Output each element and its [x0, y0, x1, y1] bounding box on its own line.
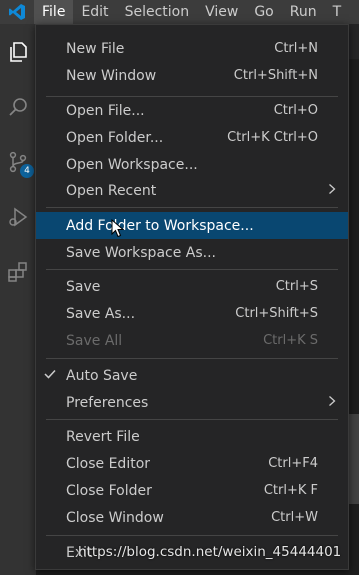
menu-item-close-window[interactable]: Close Window Ctrl+W: [36, 504, 348, 531]
menu-item-label: New File: [66, 40, 125, 57]
menu-item-shortcut: Ctrl+Shift+S: [235, 306, 318, 321]
menu-item-label: Save As...: [66, 305, 136, 322]
menu-separator: [46, 358, 338, 359]
menu-item-label: Save: [66, 278, 101, 295]
menu-separator: [46, 207, 338, 208]
menu-item-label: Close Folder: [66, 482, 152, 499]
menu-item-open-file[interactable]: Open File... Ctrl+O: [36, 97, 348, 124]
menu-view[interactable]: View: [197, 0, 246, 24]
menu-edit[interactable]: Edit: [73, 0, 116, 24]
menu-item-label: Open File...: [66, 102, 145, 119]
menu-item-label: New Window: [66, 67, 157, 84]
run-debug-icon[interactable]: [4, 203, 32, 231]
vscode-window: File Edit Selection View Go Run T 4 New …: [0, 0, 359, 575]
menu-item-new-window[interactable]: New Window Ctrl+Shift+N: [36, 62, 348, 89]
menu-item-label: Open Recent: [66, 182, 157, 199]
menu-item-label: Auto Save: [66, 367, 138, 384]
vscode-logo-icon: [0, 0, 34, 24]
menu-selection[interactable]: Selection: [117, 0, 198, 24]
watermark-text: https://blog.csdn.net/weixin_45444401: [78, 544, 342, 560]
menu-item-auto-save[interactable]: Auto Save: [36, 362, 348, 389]
menu-item-shortcut: Ctrl+O: [273, 103, 318, 118]
menu-go[interactable]: Go: [246, 0, 281, 24]
menu-item-save[interactable]: Save Ctrl+S: [36, 273, 348, 300]
menu-item-shortcut: Ctrl+W: [271, 510, 318, 525]
file-menu-dropdown: New File Ctrl+N New Window Ctrl+Shift+N …: [35, 24, 349, 570]
menu-item-label: Preferences: [66, 394, 149, 411]
menu-item-close-folder[interactable]: Close Folder Ctrl+K F: [36, 477, 348, 504]
menu-item-label: Close Window: [66, 509, 164, 526]
menu-item-label: Close Editor: [66, 455, 151, 472]
menu-item-shortcut: Ctrl+S: [275, 279, 318, 294]
menu-separator: [46, 269, 338, 270]
menu-separator: [46, 535, 338, 536]
menu-item-save-as[interactable]: Save As... Ctrl+Shift+S: [36, 300, 348, 327]
menu-item-label: Add Folder to Workspace...: [66, 217, 254, 234]
menu-item-shortcut: Ctrl+F4: [268, 456, 318, 471]
menu-item-close-editor[interactable]: Close Editor Ctrl+F4: [36, 450, 348, 477]
checkmark-icon: [43, 368, 57, 383]
menu-item-save-workspace-as[interactable]: Save Workspace As...: [36, 239, 348, 266]
menu-item-label: Revert File: [66, 428, 140, 445]
chevron-right-icon: [328, 395, 336, 411]
menu-separator: [46, 419, 338, 420]
chevron-right-icon: [328, 183, 336, 199]
menu-run[interactable]: Run: [282, 0, 325, 24]
menu-item-label: Save Workspace As...: [66, 244, 217, 261]
menu-item-new-file[interactable]: New File Ctrl+N: [36, 35, 348, 62]
explorer-icon[interactable]: [4, 38, 32, 66]
menu-terminal[interactable]: T: [325, 0, 350, 24]
extensions-icon[interactable]: [4, 258, 32, 286]
menu-file[interactable]: File: [34, 0, 74, 24]
menu-item-shortcut: Ctrl+N: [274, 41, 318, 56]
activity-bar: 4: [0, 24, 36, 575]
menu-item-shortcut: Ctrl+Shift+N: [233, 68, 318, 83]
menu-item-revert-file[interactable]: Revert File: [36, 423, 348, 450]
menu-item-preferences[interactable]: Preferences: [36, 389, 348, 416]
menu-bar: File Edit Selection View Go Run T: [0, 0, 359, 24]
menu-item-shortcut: Ctrl+K S: [263, 333, 318, 348]
menu-item-open-recent[interactable]: Open Recent: [36, 177, 348, 204]
editor-scrollbar[interactable]: [349, 414, 359, 504]
scm-badge: 4: [20, 164, 34, 178]
menu-item-label: Open Folder...: [66, 129, 164, 146]
menu-item-label: Save All: [66, 332, 123, 349]
menu-item-add-folder-to-workspace[interactable]: Add Folder to Workspace...: [36, 212, 348, 239]
menu-item-shortcut: Ctrl+K F: [263, 483, 318, 498]
menu-item-label: Open Workspace...: [66, 156, 198, 173]
mouse-cursor-icon: [111, 218, 125, 239]
search-icon[interactable]: [4, 93, 32, 121]
menu-item-open-workspace[interactable]: Open Workspace...: [36, 151, 348, 178]
menu-item-shortcut: Ctrl+K Ctrl+O: [227, 130, 318, 145]
menu-item-save-all: Save All Ctrl+K S: [36, 327, 348, 354]
menu-item-open-folder[interactable]: Open Folder... Ctrl+K Ctrl+O: [36, 124, 348, 151]
